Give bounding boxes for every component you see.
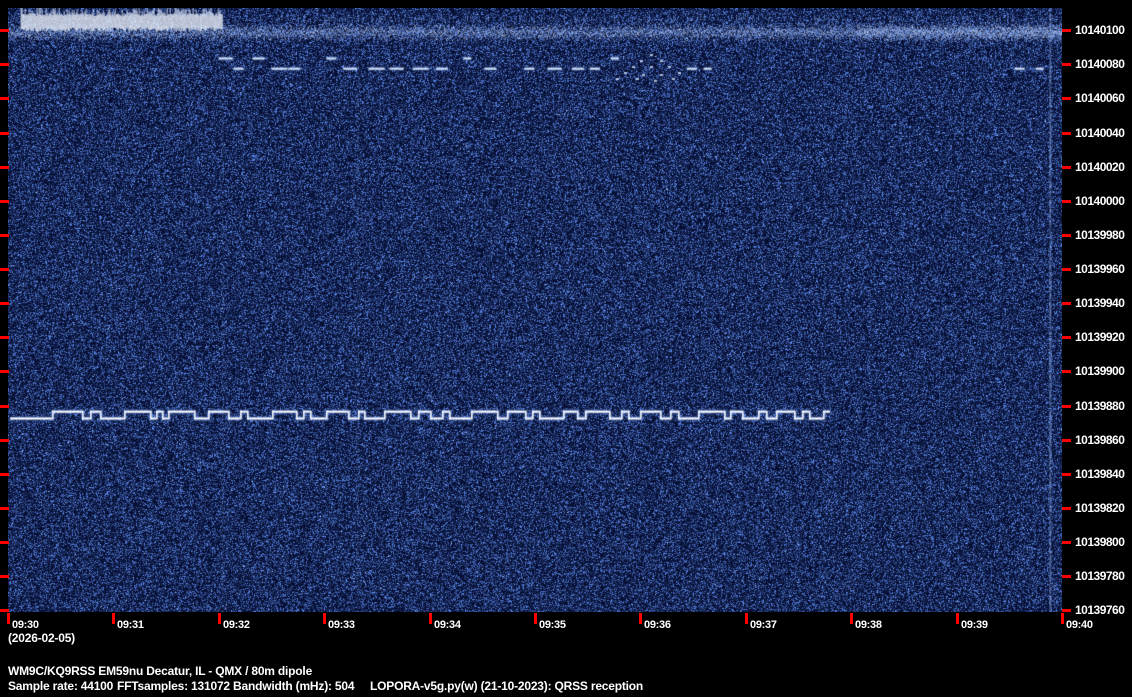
freq-axis-label: 10139980 [1075,228,1125,242]
freq-tick-right [1062,370,1071,373]
freq-axis-label: 10140060 [1075,91,1125,105]
spectrogram-canvas [8,8,1062,612]
freq-axis-label: 10139940 [1075,296,1125,310]
freq-axis-label: 10140040 [1075,126,1125,140]
time-tick [7,613,10,624]
time-tick [112,613,115,624]
freq-tick-right [1062,268,1071,271]
freq-tick-left [0,234,9,237]
freq-tick-right [1062,405,1071,408]
time-tick [534,613,537,624]
time-tick [745,613,748,624]
freq-tick-right [1062,302,1071,305]
freq-axis-label: 10140020 [1075,160,1125,174]
freq-tick-left [0,268,9,271]
freq-tick-right [1062,200,1071,203]
freq-tick-left [0,166,9,169]
freq-axis-label: 10139760 [1075,603,1125,617]
freq-tick-left [0,473,9,476]
freq-tick-left [0,609,9,612]
freq-axis-label: 10140080 [1075,57,1125,71]
station-line: WM9C/KQ9RSS EM59nu Decatur, IL - QMX / 8… [8,664,313,678]
freq-axis-label: 10139800 [1075,535,1125,549]
fft-samples-label: FFTsamples: 131072 [117,679,230,693]
freq-axis-label: 10139780 [1075,569,1125,583]
date-label: (2026-02-05) [8,631,75,645]
freq-axis-label: 10139960 [1075,262,1125,276]
freq-tick-right [1062,439,1071,442]
freq-tick-left [0,97,9,100]
qrss-grabber-screenshot: 10140100 10140080 10140060 10140040 10140020… [0,0,1132,697]
freq-tick-left [0,302,9,305]
time-tick [1061,613,1064,624]
time-axis-label: 09:39 [961,619,988,631]
freq-tick-right [1062,166,1071,169]
freq-axis-label: 10139920 [1075,330,1125,344]
freq-tick-left [0,200,9,203]
freq-tick-right [1062,97,1071,100]
freq-tick-right [1062,63,1071,66]
freq-tick-right [1062,575,1071,578]
time-tick [323,613,326,624]
freq-tick-left [0,29,9,32]
time-axis-label: 09:33 [328,619,355,631]
time-axis-label: 09:32 [223,619,250,631]
freq-tick-right [1062,473,1071,476]
time-axis-label: 09:37 [750,619,777,631]
freq-tick-right [1062,132,1071,135]
freq-tick-left [0,132,9,135]
freq-tick-left [0,541,9,544]
freq-tick-right [1062,541,1071,544]
bandwidth-label: Bandwidth (mHz): 504 [233,679,355,693]
time-tick [218,613,221,624]
sample-rate-label: Sample rate: 44100 [8,679,114,693]
freq-axis-label: 10139860 [1075,433,1125,447]
freq-tick-left [0,63,9,66]
time-tick [850,613,853,624]
time-axis-label: 09:31 [117,619,144,631]
freq-axis-label: 10139820 [1075,501,1125,515]
freq-axis-label: 10139880 [1075,399,1125,413]
time-axis-label: 09:35 [539,619,566,631]
time-tick [956,613,959,624]
time-tick [429,613,432,624]
freq-axis-label: 10139840 [1075,467,1125,481]
time-axis-label: 09:40 [1066,619,1093,631]
time-axis-label: 09:36 [644,619,671,631]
freq-tick-left [0,370,9,373]
freq-tick-right [1062,507,1071,510]
freq-tick-left [0,439,9,442]
freq-tick-right [1062,336,1071,339]
time-tick [639,613,642,624]
freq-tick-left [0,575,9,578]
freq-tick-left [0,507,9,510]
freq-tick-left [0,405,9,408]
freq-tick-right [1062,234,1071,237]
freq-axis-label: 10140100 [1075,23,1125,37]
freq-axis-label: 10139900 [1075,364,1125,378]
freq-tick-right [1062,29,1071,32]
freq-tick-right [1062,609,1071,612]
time-axis-label: 09:34 [434,619,461,631]
freq-axis-label: 10140000 [1075,194,1125,208]
software-label: LOPORA-v5g.py(w) (21-10-2023): QRSS rece… [370,679,644,693]
freq-tick-left [0,336,9,339]
time-axis-label: 09:38 [855,619,882,631]
